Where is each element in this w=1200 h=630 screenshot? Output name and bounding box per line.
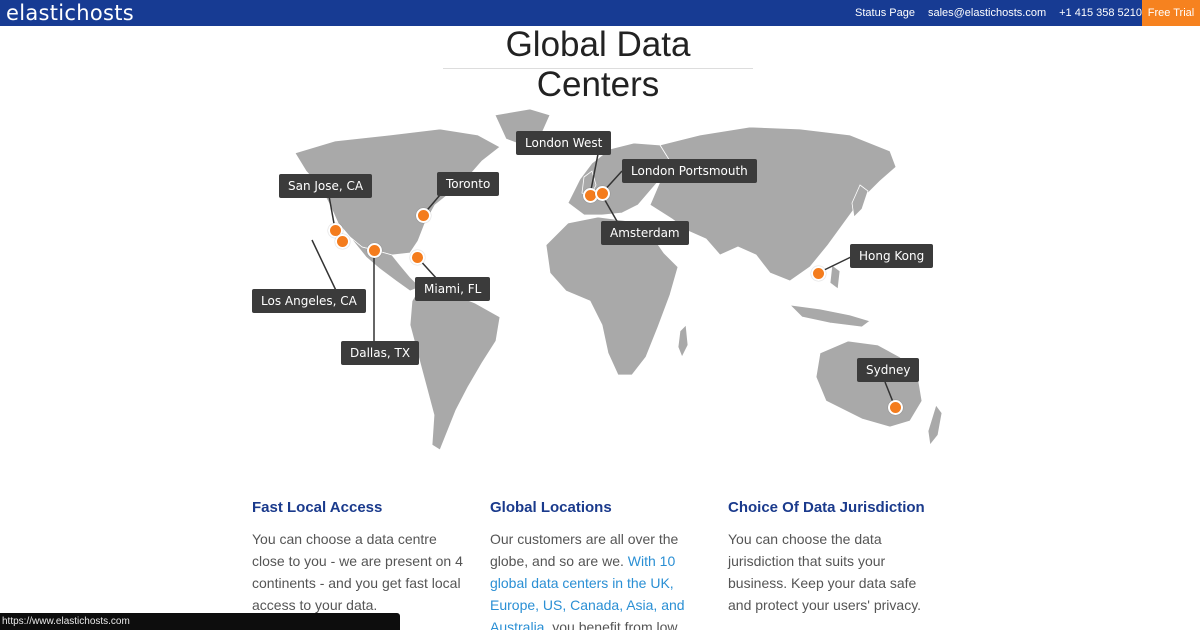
feature-fast-local-access: Fast Local Access You can choose a data … [252, 496, 467, 616]
label-dallas[interactable]: Dallas, TX [341, 341, 420, 365]
new-zealand-shape [927, 404, 943, 446]
map-pin-dallas[interactable] [367, 243, 382, 258]
page-title: Global Data Centers [505, 25, 691, 104]
feature-body: You can choose a data centre close to yo… [252, 531, 463, 613]
world-map-graphic [294, 108, 943, 451]
feature-data-jurisdiction: Choice Of Data Jurisdiction You can choo… [728, 496, 943, 616]
feature-heading: Global Locations [490, 499, 612, 516]
label-los-angeles[interactable]: Los Angeles, CA [252, 289, 366, 313]
label-sydney[interactable]: Sydney [857, 358, 920, 382]
australia-shape [815, 340, 923, 428]
feature-global-locations: Global Locations Our customers are all o… [490, 496, 705, 630]
status-page-link[interactable]: Status Page [855, 7, 915, 19]
madagascar-shape [677, 324, 689, 358]
map-pin-london-portsmouth[interactable] [595, 186, 610, 201]
world-map: San Jose, CA Toronto London West London … [250, 105, 950, 465]
label-hong-kong[interactable]: Hong Kong [850, 244, 934, 268]
label-san-jose[interactable]: San Jose, CA [279, 174, 373, 198]
map-pin-sydney[interactable] [888, 400, 903, 415]
browser-status-url: https://www.elastichosts.com [0, 613, 400, 630]
elastichosts-logo[interactable]: elastichosts [6, 0, 134, 26]
feature-heading: Fast Local Access [252, 499, 383, 516]
title-divider [443, 68, 753, 69]
label-london-portsmouth[interactable]: London Portsmouth [622, 159, 757, 183]
feature-body: Our customers are all over the globe, an… [490, 528, 705, 630]
label-amsterdam[interactable]: Amsterdam [601, 221, 689, 245]
philippines-shape [829, 264, 841, 290]
label-toronto[interactable]: Toronto [437, 172, 500, 196]
indonesia-shape [788, 304, 871, 328]
map-pin-hong-kong[interactable] [811, 266, 826, 281]
free-trial-button[interactable]: Free Trial [1142, 0, 1200, 26]
phone-number-link[interactable]: +1 415 358 5210 [1059, 7, 1142, 19]
south-america-shape [409, 286, 501, 451]
map-pin-toronto[interactable] [416, 208, 431, 223]
label-miami[interactable]: Miami, FL [415, 277, 491, 301]
sales-email-link[interactable]: sales@elastichosts.com [928, 7, 1046, 19]
top-navigation-bar: elastichosts Status Page sales@elasticho… [0, 0, 1200, 26]
feature-body: You can choose the data jurisdiction tha… [728, 531, 922, 613]
label-london-west[interactable]: London West [516, 131, 612, 155]
feature-heading: Choice Of Data Jurisdiction [728, 499, 925, 516]
top-nav-links: Status Page sales@elastichosts.com +1 41… [855, 0, 1142, 26]
map-pin-miami[interactable] [410, 250, 425, 265]
map-pin-los-angeles[interactable] [335, 234, 350, 249]
